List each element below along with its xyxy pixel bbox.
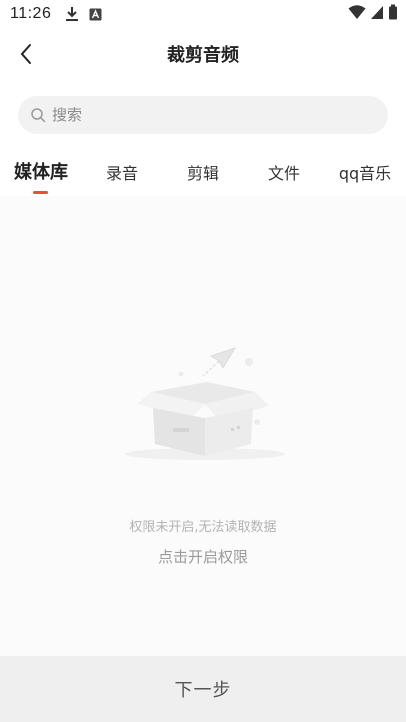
status-notification-icons — [65, 6, 102, 22]
empty-box-icon — [125, 347, 285, 460]
tab-recording[interactable]: 录音 — [106, 160, 138, 184]
a-badge-icon — [89, 8, 102, 20]
page-title: 裁剪音频 — [167, 45, 239, 66]
download-icon — [66, 7, 79, 21]
tab-media-library[interactable]: 媒体库 — [14, 158, 68, 184]
content-area: 权限未开启,无法读取数据 点击开启权限 — [0, 196, 406, 656]
wifi-icon — [348, 5, 366, 19]
enable-permission-link[interactable]: 点击开启权限 — [0, 546, 406, 567]
search-bar[interactable] — [18, 96, 388, 134]
next-step-button[interactable]: 下一步 — [0, 656, 406, 722]
status-time: 11:26 — [10, 5, 52, 22]
signal-icon — [371, 6, 383, 19]
top-app-bar: 裁剪音频 — [0, 28, 406, 80]
empty-state-message: 权限未开启,无法读取数据 — [129, 520, 277, 535]
active-tab-indicator — [33, 191, 48, 194]
search-input[interactable] — [52, 106, 352, 124]
tab-edit[interactable]: 剪辑 — [187, 160, 219, 184]
status-bar: 11:26 — [0, 0, 406, 28]
battery-icon — [389, 4, 397, 20]
search-icon — [31, 108, 46, 123]
status-system-icons — [348, 4, 398, 20]
tab-qq-music[interactable]: qq音乐 — [339, 160, 391, 184]
tab-bar: 媒体库 录音 剪辑 文件 qq音乐 — [0, 156, 406, 196]
next-step-label: 下一步 — [174, 680, 232, 701]
tab-files[interactable]: 文件 — [268, 160, 300, 184]
